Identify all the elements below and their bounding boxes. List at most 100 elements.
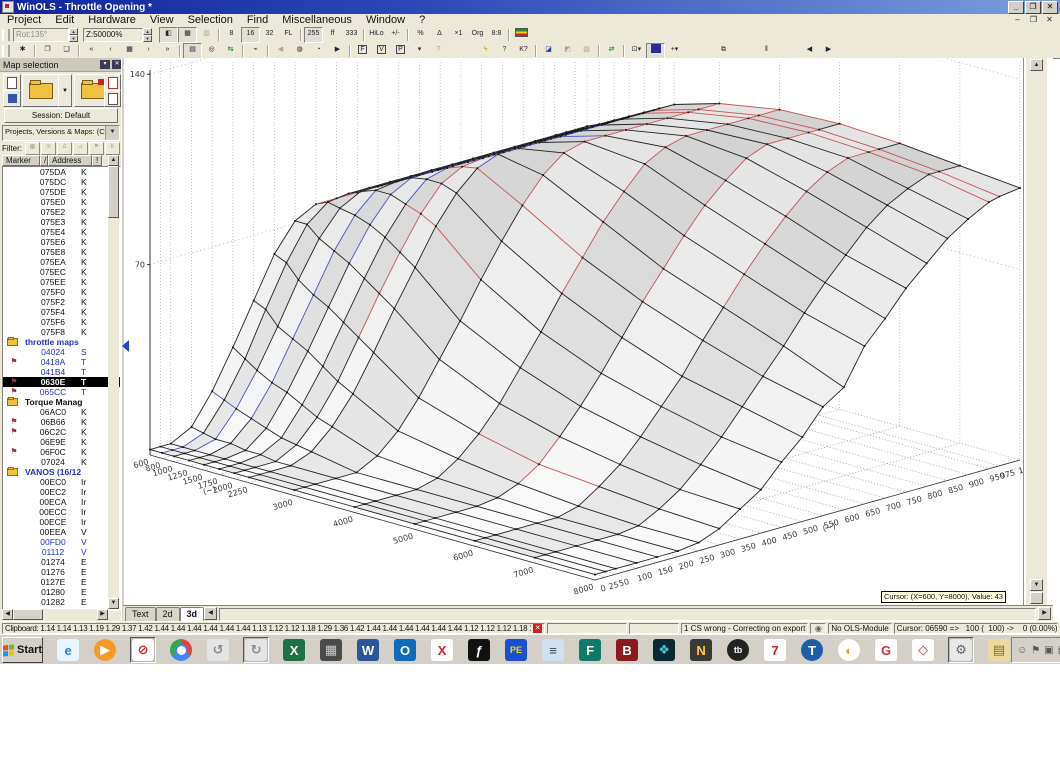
column-header-address[interactable]: Address	[48, 155, 92, 166]
zoom-selection-button[interactable]: ◎	[202, 42, 221, 59]
molecules-icon[interactable]: ❖	[652, 638, 676, 662]
map-overview-button[interactable]: ▦	[120, 42, 139, 59]
surface-plot[interactable]: 70 140 600 800 1000 1250 1500 1750 2000 2250 3000 4…	[123, 0, 1039, 605]
rotation-spinner[interactable]: ▲ ▼	[69, 28, 78, 42]
prev-version-button[interactable]: ◀	[271, 42, 290, 59]
next-version-button[interactable]: ▶	[328, 42, 347, 59]
list-item[interactable]: 06AC0 K	[3, 407, 120, 417]
outlook-icon[interactable]: O	[393, 638, 417, 662]
display-decimal-button[interactable]: 255	[304, 27, 323, 43]
sync-gray-2-icon[interactable]: ↻	[243, 637, 270, 663]
tray-flag-icon[interactable]: ⚑	[1031, 645, 1040, 656]
view-3d-button[interactable]: ◧	[159, 27, 178, 43]
zoom-preset-button[interactable]: ⊡▾	[627, 42, 646, 59]
calculator-icon[interactable]: ≡	[541, 638, 565, 662]
width-float-button[interactable]: FL	[279, 27, 298, 43]
scroll-windows-right-button[interactable]: ▶	[819, 42, 838, 59]
tab-3d[interactable]: 3d	[179, 607, 205, 622]
menu-item-?[interactable]: ?	[412, 14, 432, 26]
filter-map-button[interactable]: ▦	[25, 142, 40, 155]
tile-windows-button[interactable]: ⧉	[714, 42, 733, 59]
open-project-dropdown[interactable]: ▼	[58, 74, 72, 107]
doc-add-button[interactable]	[104, 90, 121, 107]
percent-mode-button[interactable]: %	[411, 27, 430, 43]
version-window-button[interactable]: V	[372, 42, 391, 59]
list-vscrollbar[interactable]: ▲ ▼	[108, 155, 119, 609]
list-item[interactable]: 01280 E	[3, 587, 120, 597]
list-item[interactable]: 075F6 K	[3, 317, 120, 327]
scroll-windows-left-button[interactable]: ◀	[800, 42, 819, 59]
mdi-close-button[interactable]: ✕	[1042, 14, 1057, 27]
ie-icon[interactable]: e	[56, 638, 80, 662]
list-item[interactable]: 00ECE Ir	[3, 517, 120, 527]
list-item[interactable]: ⚑ 0630E T	[3, 377, 120, 387]
list-item[interactable]: 041B4 T	[3, 367, 120, 377]
width-8-button[interactable]: 8	[222, 27, 241, 43]
thunderbird-icon[interactable]: T	[800, 638, 824, 662]
list-hscroll-thumb[interactable]	[13, 609, 43, 620]
filter-text-button[interactable]: ≋	[41, 142, 56, 155]
tb-app-icon[interactable]: tb	[726, 638, 750, 662]
list-item[interactable]: 01276 E	[3, 567, 120, 577]
toolbar-grip[interactable]	[2, 29, 10, 41]
new-map-button[interactable]	[3, 74, 21, 91]
list-item[interactable]: 075E6 K	[3, 237, 120, 247]
start-button[interactable]: Start	[2, 637, 44, 663]
list-item[interactable]: 00ECC Ir	[3, 507, 120, 517]
filter-kk-button[interactable]: K	[105, 142, 120, 155]
context-help-button[interactable]: ?	[429, 42, 448, 59]
map-vscrollbar[interactable]: ▲ ▼	[1026, 58, 1047, 605]
list-item[interactable]: ⚑ 065CC T	[3, 387, 120, 397]
byte-order-hilo-button[interactable]: HiLo	[367, 27, 386, 43]
color-scale-button[interactable]	[512, 27, 531, 43]
cube-3d-icon[interactable]: ◇	[911, 638, 935, 662]
swap-projects-button[interactable]: ⇄	[602, 42, 621, 59]
display-grouped-button[interactable]: 333	[342, 27, 361, 43]
session-button[interactable]: Session: Default	[4, 108, 118, 123]
tab-2d[interactable]: 2d	[155, 607, 180, 621]
menu-item-window[interactable]: Window	[359, 14, 412, 26]
width-32-button[interactable]: 32	[260, 27, 279, 43]
id-protect-icon[interactable]: ◐	[837, 638, 861, 662]
write-version-button[interactable]: ◔	[309, 42, 328, 59]
window-new-button[interactable]: ❐	[38, 42, 57, 59]
mdi-restore-button[interactable]: ❐	[1026, 14, 1041, 27]
list-scroll-up-icon[interactable]: ▲	[108, 155, 119, 166]
list-item[interactable]: 075F8 K	[3, 327, 120, 337]
x-red-icon[interactable]: X	[430, 638, 454, 662]
list-item[interactable]: 075DA K	[3, 167, 120, 177]
list-hscrollbar[interactable]: ◀ ▶	[2, 609, 108, 620]
list-item[interactable]: 04024 S	[3, 347, 120, 357]
nv-tool-icon[interactable]: N	[689, 638, 713, 662]
doc-export-button[interactable]	[104, 74, 121, 91]
filter-flag-button[interactable]: ⚑	[89, 142, 104, 155]
menu-item-edit[interactable]: Edit	[48, 14, 81, 26]
list-item[interactable]: 075E4 K	[3, 227, 120, 237]
split-view-button[interactable]: 8:8	[487, 27, 506, 43]
zoom-field[interactable]: Z:50000%	[83, 28, 143, 42]
difference-mode-button[interactable]: Δ	[430, 27, 449, 43]
whats-this-button[interactable]: K?	[514, 42, 533, 59]
original-values-button[interactable]: Org	[468, 27, 487, 43]
list-item[interactable]: 075DE K	[3, 187, 120, 197]
beetle-button[interactable]: ✱	[13, 42, 32, 59]
family-window-button[interactable]: F	[353, 42, 372, 59]
list-item[interactable]: 075EE K	[3, 277, 120, 287]
statistics-3d-button[interactable]: ▨	[577, 42, 596, 59]
toolbar-nav-grip[interactable]	[2, 44, 10, 57]
flash-tool-icon[interactable]: F	[578, 638, 602, 662]
tray-display-icon[interactable]: ▣	[1044, 645, 1053, 656]
last-map-button[interactable]: »	[158, 42, 177, 59]
window-dropdown-button[interactable]: ▾	[410, 42, 429, 59]
list-item[interactable]: 00EEA V	[3, 527, 120, 537]
filter-delta-button[interactable]: Δ	[57, 142, 72, 155]
offset-preset-button[interactable]: +▾	[665, 42, 684, 59]
width-16-button[interactable]: 16	[241, 27, 260, 43]
eprom-chip-icon[interactable]: ▦	[319, 638, 343, 662]
zoom-spinner[interactable]: ▲ ▼	[143, 28, 152, 42]
column-header-/[interactable]: /	[40, 155, 48, 166]
menu-item-miscellaneous[interactable]: Miscellaneous	[275, 14, 359, 26]
menu-item-selection[interactable]: Selection	[181, 14, 240, 26]
column-header-![interactable]: !	[92, 155, 102, 166]
open-project-button[interactable]	[22, 74, 59, 107]
